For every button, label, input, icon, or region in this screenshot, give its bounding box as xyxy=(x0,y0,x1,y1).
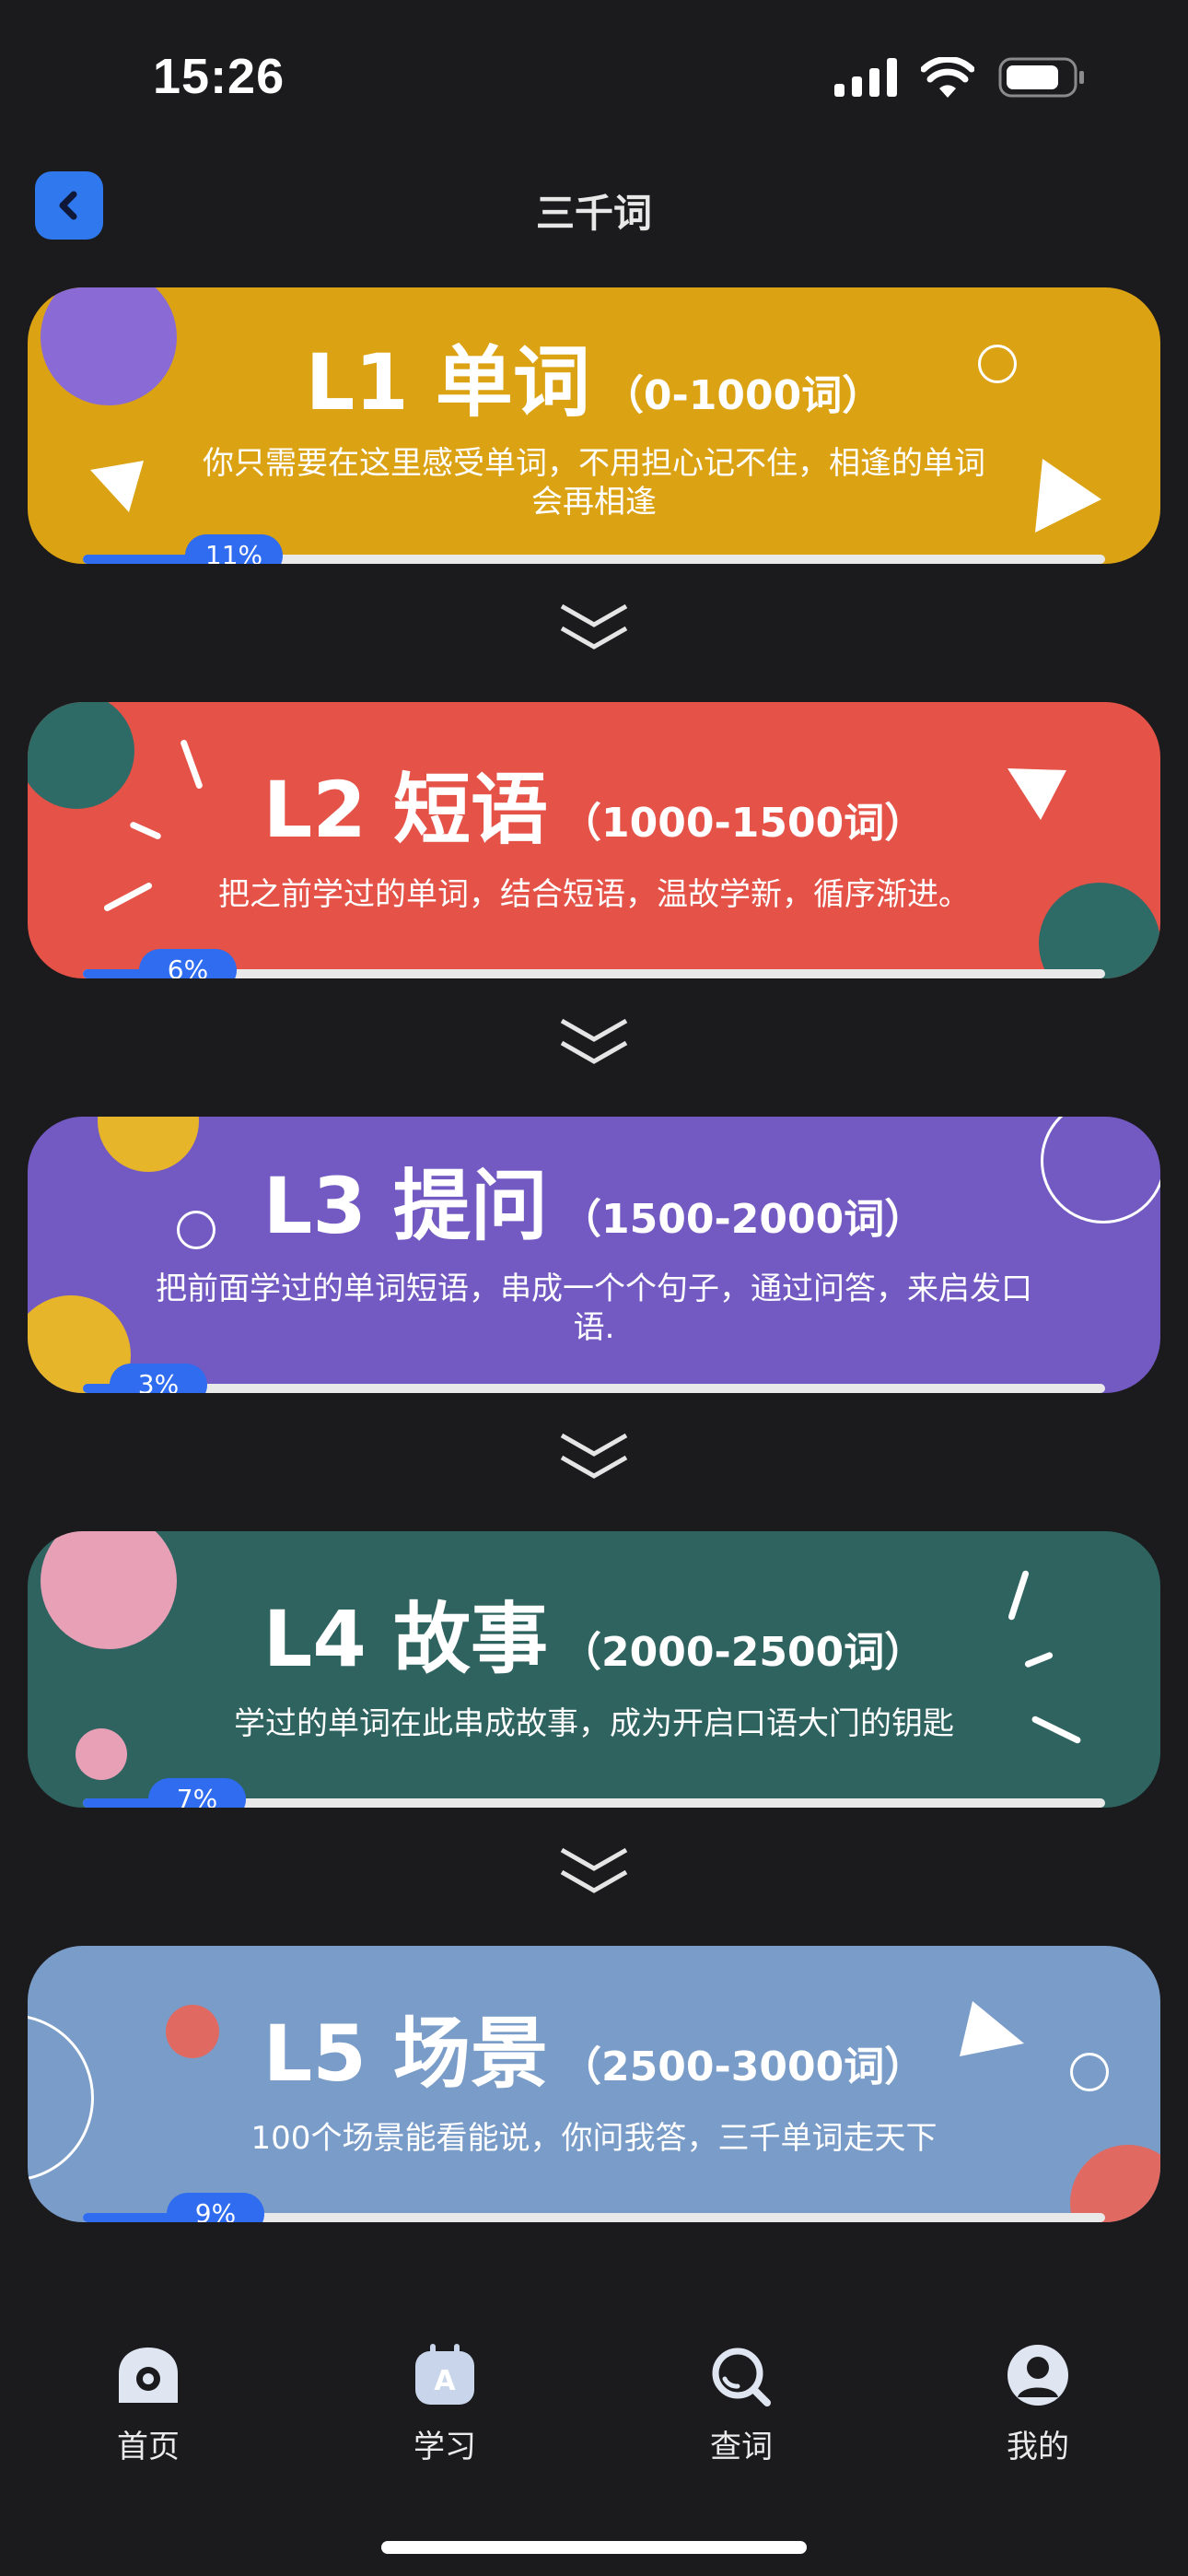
tab-label: 查词 xyxy=(710,2429,773,2465)
tab-profile[interactable]: 我的 xyxy=(890,2303,1186,2488)
nav-bar: 三千词 xyxy=(0,166,1188,258)
tab-study[interactable]: A 学习 xyxy=(297,2303,593,2488)
decor-triangle xyxy=(90,461,144,512)
profile-icon xyxy=(1007,2345,1068,2406)
chevron-down-icon xyxy=(560,603,628,650)
progress-badge: 3% xyxy=(110,1364,207,1393)
battery-icon xyxy=(998,57,1084,98)
level-title: L5 场景 （2500-3000词） xyxy=(262,2008,926,2099)
level-card-l5[interactable]: L5 场景 （2500-3000词） 100个场景能看能说，你问我答，三千单词走天… xyxy=(28,1946,1160,2222)
status-icons xyxy=(834,57,1085,98)
tab-label: 学习 xyxy=(413,2429,476,2465)
level-description: 你只需要在这里感受单词，不用担心记不住，相逢的单词会再相逢 xyxy=(203,445,985,521)
svg-text:A: A xyxy=(434,2365,456,2397)
level-description: 100个场景能看能说，你问我答，三千单词走天下 xyxy=(250,2120,938,2157)
tab-lookup[interactable]: 查词 xyxy=(593,2303,890,2488)
progress-badge: 6% xyxy=(139,949,237,978)
decor-circle xyxy=(1039,883,1160,978)
home-indicator xyxy=(381,2541,807,2554)
chevron-down-icon xyxy=(560,1018,628,1064)
decor-circle xyxy=(1070,2145,1160,2222)
status-time: 15:26 xyxy=(153,49,285,104)
progress-badge: 7% xyxy=(148,1778,246,1808)
tab-label: 首页 xyxy=(117,2429,180,2465)
home-icon xyxy=(119,2348,178,2403)
chevron-down-icon xyxy=(560,1433,628,1479)
level-description: 把前面学过的单词短语，串成一个个句子，通过问答，来启发口语. xyxy=(156,1270,1032,1346)
progress-track: 11% xyxy=(83,534,1105,564)
signal-icon xyxy=(834,58,897,97)
level-title: L3 提问 （1500-2000词） xyxy=(262,1161,926,1251)
level-title: L2 短语 （1000-1500词） xyxy=(262,765,926,855)
level-card-l2[interactable]: L2 短语 （1000-1500词） 把之前学过的单词，结合短语，温故学新，循序渐… xyxy=(28,702,1160,978)
progress-track: 6% xyxy=(83,949,1105,978)
decor-triangle xyxy=(1035,459,1101,533)
study-icon: A xyxy=(415,2344,474,2405)
progress-track: 3% xyxy=(83,1364,1105,1393)
page-title: 三千词 xyxy=(535,191,652,236)
progress-track: 9% xyxy=(83,2193,1105,2222)
chevron-down-icon xyxy=(560,1847,628,1893)
tab-bar: 首页 A 学习 查词 我的 xyxy=(0,2303,1188,2488)
progress-badge: 11% xyxy=(185,534,283,564)
level-title: L1 单词 （0-1000词） xyxy=(305,337,883,427)
tab-label: 我的 xyxy=(1007,2429,1069,2465)
progress-track: 7% xyxy=(83,1778,1105,1808)
level-description: 学过的单词在此串成故事，成为开启口语大门的钥匙 xyxy=(234,1705,954,1742)
wifi-icon xyxy=(921,57,974,98)
status-bar: 15:26 xyxy=(0,0,1188,157)
level-description: 把之前学过的单词，结合短语，温故学新，循序渐进。 xyxy=(218,876,970,913)
progress-badge: 9% xyxy=(167,2193,264,2222)
decor-circle xyxy=(76,1728,127,1780)
level-card-l1[interactable]: L1 单词 （0-1000词） 你只需要在这里感受单词，不用担心记不住，相逢的单词… xyxy=(28,287,1160,564)
tab-home[interactable]: 首页 xyxy=(0,2303,297,2488)
search-icon xyxy=(712,2348,771,2406)
level-title: L4 故事 （2000-2500词） xyxy=(262,1594,926,1684)
level-card-l4[interactable]: L4 故事 （2000-2500词） 学过的单词在此串成故事，成为开启口语大门的钥… xyxy=(28,1531,1160,1808)
level-card-l3[interactable]: L3 提问 （1500-2000词） 把前面学过的单词短语，串成一个个句子，通过问… xyxy=(28,1117,1160,1393)
